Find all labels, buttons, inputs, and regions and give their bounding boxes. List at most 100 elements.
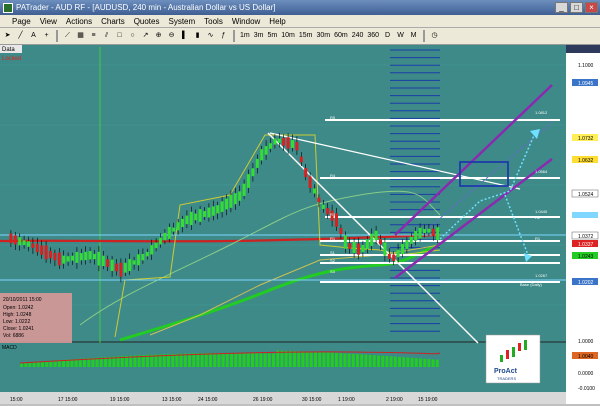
macd-bar [217, 353, 221, 367]
tf-10m[interactable]: 10m [280, 30, 296, 42]
candle-body [150, 245, 154, 255]
grid-icon[interactable]: ▦ [75, 30, 86, 42]
menu-quotes[interactable]: Quotes [134, 17, 160, 26]
macd-bar [398, 356, 401, 367]
menu-window[interactable]: Window [232, 17, 260, 26]
macd-bar [225, 353, 229, 367]
tf-5m[interactable]: 5m [266, 30, 278, 42]
tf-240[interactable]: 240 [351, 30, 365, 42]
candle-body [277, 138, 281, 143]
menu-help[interactable]: Help [269, 17, 285, 26]
fib-icon[interactable]: ≡ [88, 30, 99, 42]
candle-body [348, 243, 352, 249]
trendline-icon[interactable]: ⟋ [62, 30, 73, 42]
candle-body [295, 142, 299, 151]
zoom-out-icon[interactable]: ⊖ [166, 30, 177, 42]
macd-bar [32, 362, 36, 367]
price-chart[interactable]: 1.0812 R5 R4 1.0564 R3 1.0440 R2 R1 R1 S… [0, 45, 600, 404]
macd-bar [389, 356, 393, 367]
tf-w[interactable]: W [395, 30, 406, 42]
macd-bar [204, 353, 208, 367]
candle-body [154, 242, 158, 249]
candle-body [405, 240, 409, 249]
price-axis [566, 45, 600, 404]
tf-m[interactable]: M [408, 30, 419, 42]
menu-system[interactable]: System [168, 17, 195, 26]
minimize-button[interactable]: _ [555, 2, 568, 13]
macd-value: 1.0040 [578, 354, 594, 360]
tf-15m[interactable]: 15m [298, 30, 314, 42]
tf-360[interactable]: 360 [366, 30, 380, 42]
candle-body [22, 240, 26, 246]
candle-icon[interactable]: ▮ [192, 30, 203, 42]
menu-actions[interactable]: Actions [66, 17, 92, 26]
box-icon[interactable]: □ [114, 30, 125, 42]
maximize-button[interactable]: □ [570, 2, 583, 13]
close-button[interactable]: × [585, 2, 598, 13]
level-label: R3 [330, 212, 336, 217]
candle-body [198, 209, 202, 222]
tf-1m[interactable]: 1m [239, 30, 251, 42]
candle-body [286, 137, 290, 149]
indicator-icon[interactable]: ƒ [218, 30, 229, 42]
channel-icon[interactable]: ⫽ [101, 30, 112, 42]
date-label: 24 15:00 [198, 397, 218, 403]
macd-bar [343, 353, 347, 367]
menu-charts[interactable]: Charts [101, 17, 125, 26]
candle-body [176, 222, 180, 231]
macd-bar [368, 354, 372, 367]
arrow-icon[interactable]: ↗ [140, 30, 151, 42]
macd-bar [410, 357, 414, 367]
zoom-in-icon[interactable]: ⊕ [153, 30, 164, 42]
candle-body [216, 205, 220, 214]
macd-bar [221, 353, 225, 367]
candle-body [84, 251, 88, 261]
pointer-icon[interactable]: ➤ [2, 30, 13, 42]
price-label: 1.0524 [578, 192, 594, 198]
macd-bar [230, 353, 233, 367]
tf-30m[interactable]: 30m [315, 30, 331, 42]
macd-bar [288, 350, 292, 367]
candle-body [93, 253, 96, 260]
bar-chart-icon[interactable]: ▌ [179, 30, 190, 42]
date-label: 1 19:00 [338, 397, 355, 403]
data-label: Data [2, 47, 15, 53]
menu-page[interactable]: Page [12, 17, 31, 26]
macd-bar [381, 355, 385, 367]
macd-bar [406, 357, 410, 367]
macd-bar [360, 354, 364, 367]
crosshair-icon[interactable]: + [41, 30, 52, 42]
candle-body [352, 241, 356, 254]
level-label: S2 [330, 258, 336, 263]
macd-bar [356, 354, 359, 367]
macd-bar [188, 353, 191, 367]
line-chart-icon[interactable]: ∿ [205, 30, 216, 42]
candle-body [251, 168, 255, 177]
chart-background [0, 45, 566, 343]
macd-bar [267, 353, 271, 367]
macd-value: 0.0000 [578, 371, 594, 377]
candle-body [137, 254, 140, 266]
chart-area[interactable]: 1.0812 R5 R4 1.0564 R3 1.0440 R2 R1 R1 S… [0, 45, 600, 404]
macd-bar [339, 353, 343, 367]
macd-bar [435, 359, 439, 367]
macd-bar [318, 352, 322, 367]
text-tool-icon[interactable]: A [28, 30, 39, 42]
tf-60m[interactable]: 60m [333, 30, 349, 42]
circle-icon[interactable]: ○ [127, 30, 138, 42]
level-label: 1.0267 [535, 273, 548, 278]
clock-icon[interactable]: ◷ [429, 30, 440, 42]
menu-view[interactable]: View [40, 17, 57, 26]
candle-body [427, 228, 431, 233]
date-label: 15 19:00 [418, 397, 438, 403]
date-label: 26 19:00 [253, 397, 273, 403]
candle-body [106, 259, 110, 267]
macd-bar [335, 352, 338, 367]
tf-d[interactable]: D [382, 30, 393, 42]
menu-tools[interactable]: Tools [204, 17, 223, 26]
tf-3m[interactable]: 3m [253, 30, 265, 42]
candle-body [97, 251, 101, 266]
candle-body [123, 262, 127, 273]
draw-line-icon[interactable]: ╱ [15, 30, 26, 42]
candle-body [225, 198, 228, 210]
